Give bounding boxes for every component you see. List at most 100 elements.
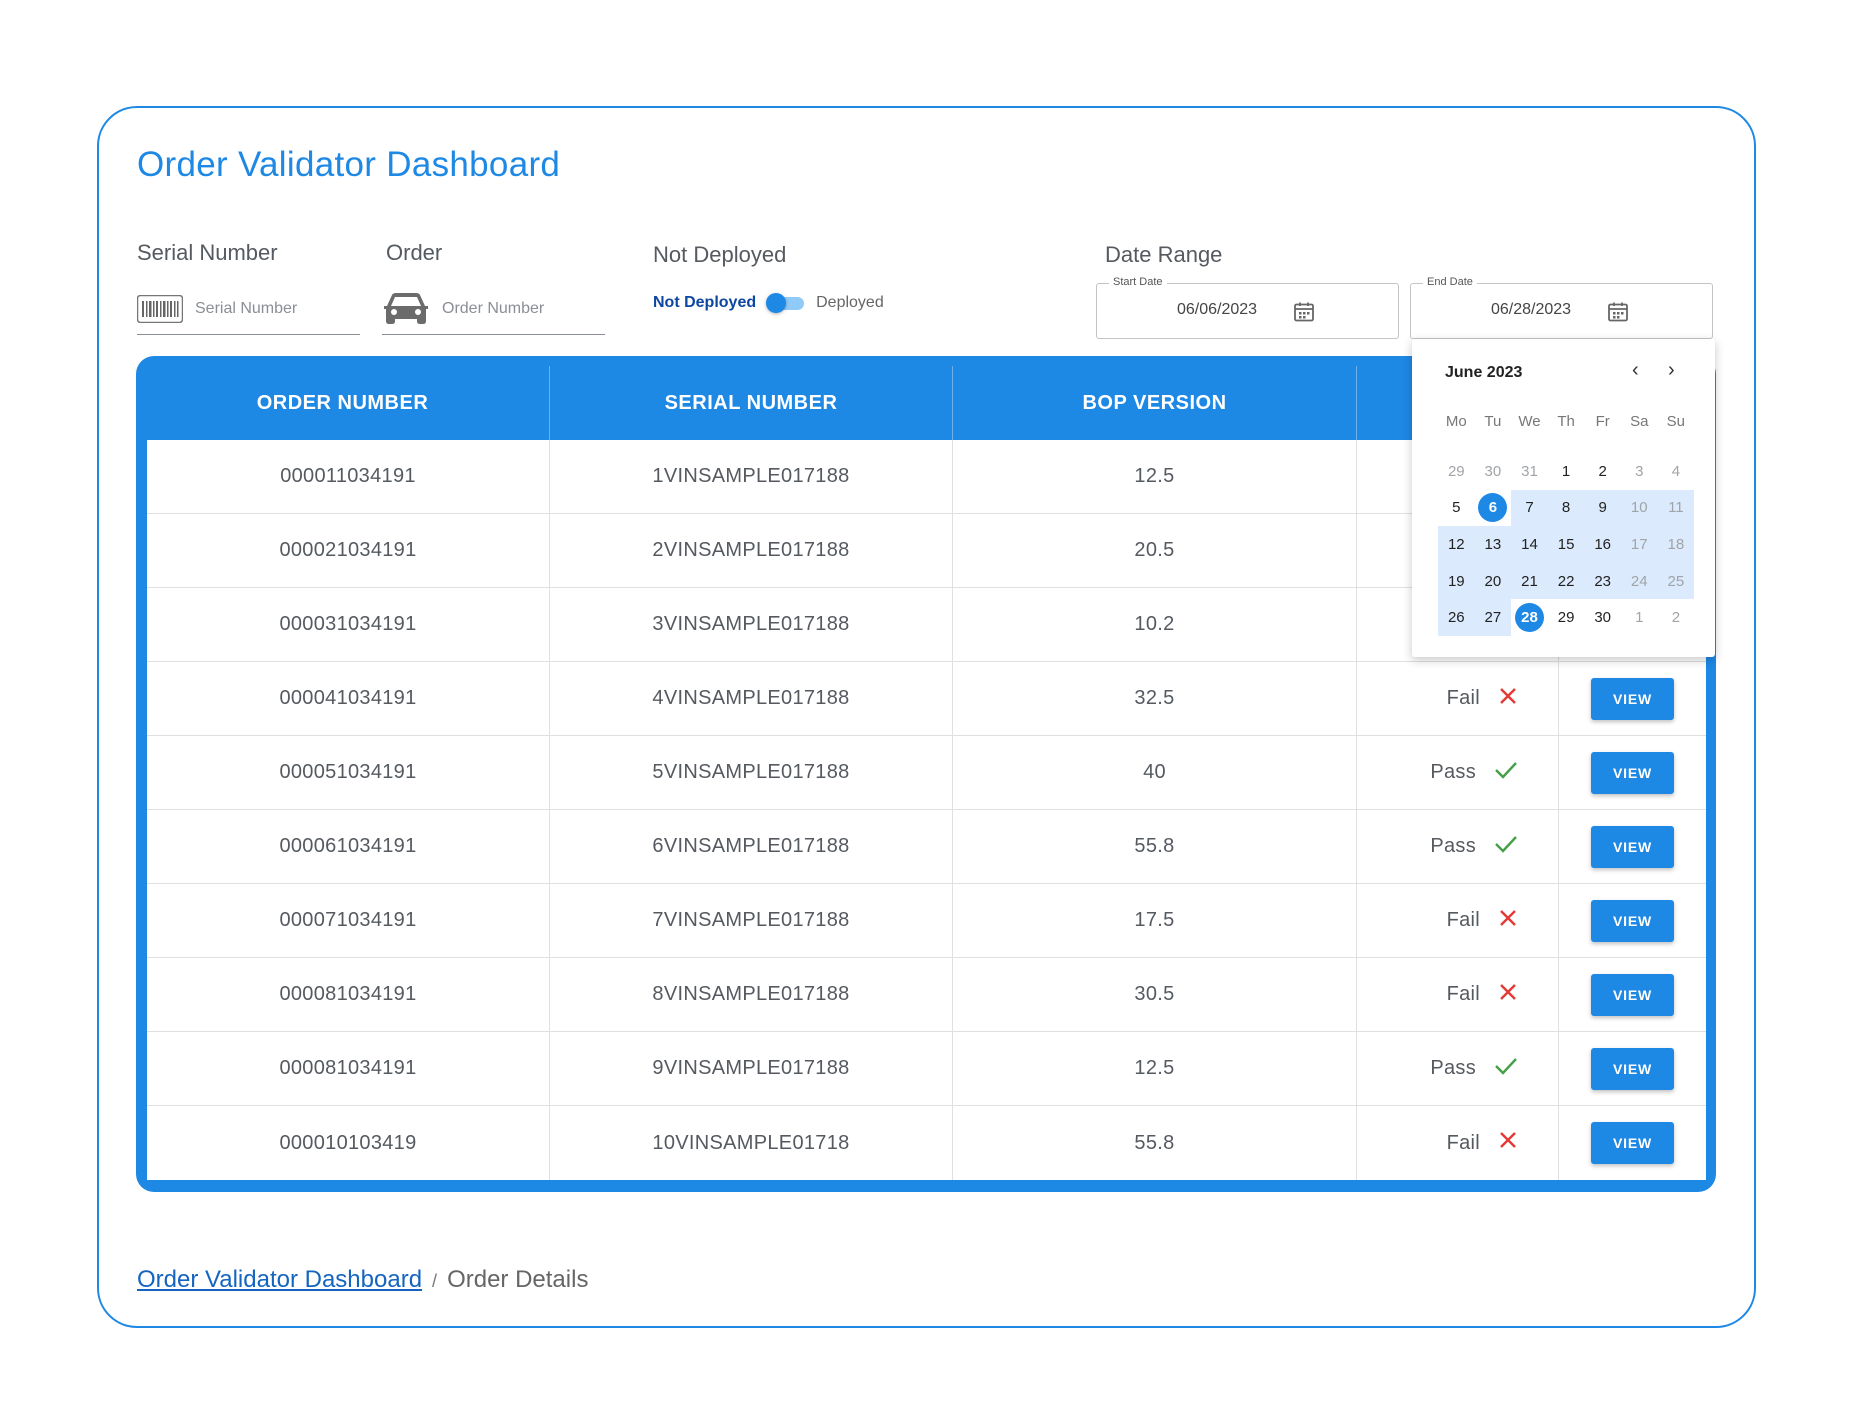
- bop-version-cell: 12.5: [953, 1032, 1357, 1105]
- calendar-day-selected[interactable]: 6: [1475, 490, 1512, 527]
- status-cell: Fail: [1357, 1106, 1559, 1180]
- table-row: 000010103419 10VINSAMPLE01718 55.8 Fail …: [147, 1106, 1706, 1180]
- action-cell: VIEW: [1559, 884, 1706, 957]
- breadcrumb-separator: /: [432, 1271, 438, 1291]
- end-date-field[interactable]: End Date 06/28/2023: [1410, 276, 1713, 339]
- end-date-legend: End Date: [1423, 276, 1477, 288]
- serial-number-cell: 4VINSAMPLE017188: [550, 662, 953, 735]
- table-row: 000081034191 8VINSAMPLE017188 30.5 Fail …: [147, 958, 1706, 1032]
- bop-version-cell: 40: [953, 736, 1357, 809]
- order-number-cell: 000010103419: [147, 1106, 550, 1180]
- column-header-bop-version[interactable]: BOP VERSION: [953, 366, 1357, 440]
- calendar-day[interactable]: 8: [1547, 489, 1585, 527]
- column-header-order-number[interactable]: ORDER NUMBER: [136, 366, 550, 440]
- calendar-day[interactable]: 27: [1474, 599, 1512, 636]
- table-row: 000061034191 6VINSAMPLE017188 55.8 Pass …: [147, 810, 1706, 884]
- status-text: Pass: [1430, 761, 1476, 783]
- calendar-day[interactable]: 10: [1620, 489, 1658, 527]
- view-button[interactable]: VIEW: [1591, 677, 1674, 720]
- view-button[interactable]: VIEW: [1591, 899, 1674, 942]
- calendar-day[interactable]: 21: [1511, 562, 1548, 600]
- bop-version-cell: 10.2: [953, 588, 1357, 661]
- serial-number-cell: 2VINSAMPLE017188: [550, 514, 953, 587]
- previous-month-icon[interactable]: ‹: [1632, 359, 1639, 382]
- order-number-cell: 000031034191: [147, 588, 550, 661]
- table-header: ORDER NUMBER SERIAL NUMBER BOP VERSION: [136, 366, 1559, 440]
- calendar-day[interactable]: 9: [1584, 489, 1621, 527]
- calendar-day[interactable]: 24: [1620, 562, 1658, 600]
- calendar-day[interactable]: 15: [1547, 526, 1585, 563]
- order-label: Order: [386, 240, 443, 265]
- order-number-cell: 000021034191: [147, 514, 550, 587]
- view-button[interactable]: VIEW: [1591, 1047, 1674, 1090]
- view-button[interactable]: VIEW: [1591, 1122, 1674, 1164]
- calendar-day[interactable]: 29: [1548, 599, 1585, 636]
- status-text: Fail: [1446, 983, 1480, 1005]
- calendar-day[interactable]: 26: [1438, 599, 1475, 636]
- deployed-switch[interactable]: [766, 292, 806, 314]
- serial-number-cell: 5VINSAMPLE017188: [550, 736, 953, 809]
- breadcrumb-link-dashboard[interactable]: Order Validator Dashboard: [137, 1266, 422, 1294]
- calendar-weekdays: Mo Tu We Th Fr Sa Su: [1438, 413, 1694, 430]
- calendar-day[interactable]: 2: [1658, 599, 1695, 636]
- calendar-day[interactable]: 16: [1584, 526, 1621, 563]
- serial-number-cell: 3VINSAMPLE017188: [550, 588, 953, 661]
- status-text: Fail: [1446, 909, 1480, 931]
- calendar-month-label[interactable]: June 2023: [1445, 364, 1522, 382]
- status-cell: Fail: [1357, 884, 1559, 957]
- calendar-day[interactable]: 25: [1657, 562, 1695, 600]
- calendar-day[interactable]: 2: [1584, 453, 1621, 490]
- calendar-day[interactable]: 12: [1438, 526, 1475, 563]
- date-range-label: Date Range: [1105, 242, 1223, 267]
- view-button[interactable]: VIEW: [1591, 751, 1674, 794]
- view-button[interactable]: VIEW: [1591, 825, 1674, 868]
- calendar-day[interactable]: 13: [1474, 526, 1512, 563]
- calendar-day[interactable]: 14: [1511, 526, 1548, 563]
- calendar-day[interactable]: 17: [1620, 526, 1658, 563]
- serial-number-cell: 1VINSAMPLE017188: [550, 440, 953, 513]
- serial-number-cell: 9VINSAMPLE017188: [550, 1032, 953, 1105]
- calendar-day-selected[interactable]: 28: [1511, 599, 1548, 636]
- pass-check-icon: [1494, 834, 1518, 860]
- table-row: 000071034191 7VINSAMPLE017188 17.5 Fail …: [147, 884, 1706, 958]
- calendar-icon[interactable]: [1293, 301, 1315, 328]
- weekday-label: Sa: [1630, 413, 1649, 430]
- view-button[interactable]: VIEW: [1591, 973, 1674, 1016]
- serial-number-field[interactable]: Serial Number: [137, 283, 360, 335]
- breadcrumb: Order Validator Dashboard / Order Detail…: [137, 1266, 588, 1294]
- table-row: 000051034191 5VINSAMPLE017188 40 Pass VI…: [147, 736, 1706, 810]
- order-number-cell: 000061034191: [147, 810, 550, 883]
- serial-number-cell: 6VINSAMPLE017188: [550, 810, 953, 883]
- calendar-day[interactable]: 22: [1547, 562, 1585, 600]
- calendar-day[interactable]: 23: [1584, 562, 1621, 600]
- calendar-day[interactable]: 1: [1548, 453, 1585, 490]
- status-cell: Fail: [1357, 958, 1559, 1031]
- column-header-serial-number[interactable]: SERIAL NUMBER: [550, 366, 953, 440]
- calendar-day[interactable]: 11: [1657, 489, 1695, 527]
- date-picker-popup: June 2023 ‹ › Mo Tu We Th Fr Sa Su 29 30 3…: [1412, 339, 1715, 657]
- calendar-day[interactable]: 5: [1438, 490, 1475, 527]
- next-month-icon[interactable]: ›: [1668, 359, 1675, 382]
- calendar-day[interactable]: 20: [1474, 562, 1512, 600]
- calendar-day[interactable]: 7: [1511, 489, 1548, 527]
- order-number-cell: 000051034191: [147, 736, 550, 809]
- calendar-day[interactable]: 3: [1621, 453, 1658, 490]
- calendar-day[interactable]: 19: [1438, 562, 1475, 600]
- calendar-day[interactable]: 4: [1658, 453, 1695, 490]
- calendar-day[interactable]: 30: [1584, 599, 1621, 636]
- calendar-day[interactable]: 30: [1475, 453, 1512, 490]
- calendar-day[interactable]: 18: [1657, 526, 1695, 563]
- status-cell: Pass: [1357, 736, 1559, 809]
- bop-version-cell: 55.8: [953, 810, 1357, 883]
- start-date-field[interactable]: Start Date 06/06/2023: [1096, 276, 1399, 339]
- status-cell: Fail: [1357, 662, 1559, 735]
- calendar-day[interactable]: 31: [1511, 453, 1548, 490]
- order-number-field[interactable]: Order Number: [382, 283, 605, 335]
- weekday-label: Th: [1557, 413, 1575, 430]
- weekday-label: Tu: [1484, 413, 1502, 430]
- calendar-icon[interactable]: [1607, 301, 1629, 328]
- calendar-day[interactable]: 29: [1438, 453, 1475, 490]
- calendar-day[interactable]: 1: [1621, 599, 1658, 636]
- bop-version-cell: 20.5: [953, 514, 1357, 587]
- start-date-value: 06/06/2023: [1177, 301, 1258, 318]
